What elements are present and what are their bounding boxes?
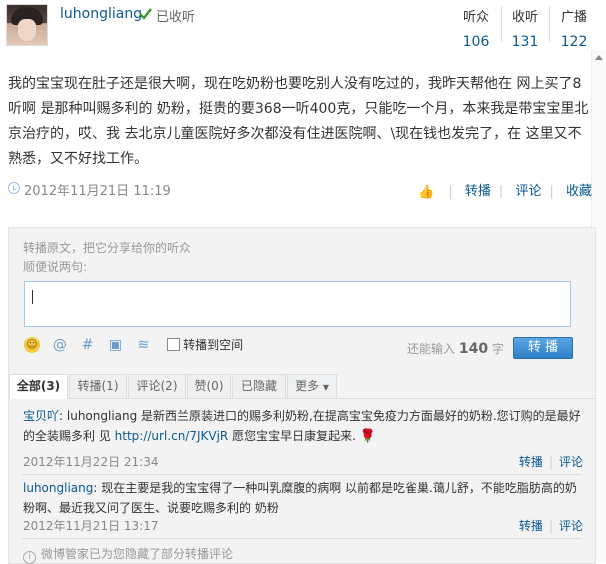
repost-panel: 转播原文，把它分享给你的听众 顺便说两句: ☺ @ # ▣ ≋ 转播到空间 还能… <box>8 227 596 564</box>
comment-author[interactable]: luhongliang <box>23 481 93 495</box>
repost-textarea[interactable] <box>24 281 571 327</box>
info-icon: i <box>23 551 36 564</box>
stat-label: 收听 <box>511 10 538 25</box>
comment-link[interactable]: http://url.cn/7JKVjR <box>115 429 229 443</box>
tab-reposts[interactable]: 转播(1) <box>69 374 127 398</box>
thumbs-up-icon[interactable]: 👍 <box>418 185 434 200</box>
post-time[interactable]: 2012年11月21日 11:19 <box>24 180 171 199</box>
comment-repost-button[interactable]: 转播 <box>519 455 543 469</box>
char-counter-value: 140 <box>458 341 489 357</box>
char-counter: 还能输入 140 字 <box>407 340 504 357</box>
comment-button[interactable]: 评论 <box>515 180 541 199</box>
comment-author[interactable]: 宝贝吖 <box>23 409 59 423</box>
feed-icon[interactable]: ≋ <box>135 337 151 353</box>
chevron-down-icon: ▼ <box>322 383 329 392</box>
comment-item: 宝贝吖: luhongliang 是新西兰原装进口的赐多利奶粉,在提高宝宝免疫力… <box>23 406 583 447</box>
check-icon <box>139 8 152 20</box>
stat-value[interactable]: 122 <box>550 34 598 50</box>
char-counter-suffix: 字 <box>491 342 504 356</box>
comment-text: : 现在主要是我的宝宝得了一种叫乳糜腹的病啊 以前都是吃雀巢.蔼儿舒，不能吃脂肪… <box>23 481 577 515</box>
post-text: 我的宝宝现在肚子还是很大啊，现在吃奶粉也要吃别人没有吃过的，我昨天帮他在 网上买… <box>8 76 589 167</box>
tab-likes[interactable]: 赞(0) <box>187 374 231 398</box>
mention-icon[interactable]: @ <box>52 337 68 353</box>
divider <box>23 474 581 475</box>
profile-header: luhongliang 已收听 听众 106 收听 131 广播 122 <box>0 0 606 50</box>
tab-hidden[interactable]: 已隐藏 <box>232 374 286 398</box>
emoji-icon[interactable]: ☺ <box>24 336 40 353</box>
stat-label: 广播 <box>560 10 587 25</box>
scroll-up-icon[interactable] <box>595 55 603 60</box>
comment-text-end: 愿您宝宝早日康复起来. <box>228 429 356 443</box>
submit-repost-button[interactable]: 转 播 <box>513 337 573 359</box>
clock-icon <box>8 182 20 194</box>
stat-broadcasts[interactable]: 广播 122 <box>550 6 598 50</box>
hidden-note: i 微博管家已为您隐藏了部分转播评论 <box>23 545 233 564</box>
comment-time[interactable]: 2012年11月22日 21:34 <box>23 455 158 469</box>
tab-more-label: 更多 <box>295 379 320 393</box>
comment-meta: 2012年11月21日 13:17 转播 | 评论 <box>23 519 583 533</box>
share-to-qzone-checkbox[interactable] <box>167 338 181 351</box>
follow-status[interactable]: 已收听 <box>156 6 195 25</box>
comment-time[interactable]: 2012年11月21日 13:17 <box>23 519 158 533</box>
stat-following[interactable]: 收听 131 <box>501 6 549 50</box>
stat-value[interactable]: 131 <box>501 34 549 50</box>
comment-repost-button[interactable]: 转播 <box>519 519 543 533</box>
comment-meta: 2012年11月22日 21:34 转播 | 评论 <box>23 455 583 469</box>
comment-item: luhongliang: 现在主要是我的宝宝得了一种叫乳糜腹的病啊 以前都是吃雀… <box>23 478 583 518</box>
favorite-button[interactable]: 收藏 <box>566 180 592 199</box>
tab-all[interactable]: 全部(3) <box>9 374 68 399</box>
rose-icon: 🌹 <box>359 429 377 444</box>
hashtag-icon[interactable]: # <box>80 337 96 353</box>
tab-more[interactable]: 更多 ▼ <box>287 374 337 398</box>
composer-tools: ☺ @ # ▣ ≋ 转播到空间 <box>24 336 243 356</box>
post-meta: 2012年11月21日 11:19 👍 | 转播 | 评论 | 收藏 <box>8 180 592 200</box>
comment-reply-button[interactable]: 评论 <box>559 519 583 533</box>
text-caret <box>32 290 33 304</box>
comment-reply-button[interactable]: 评论 <box>559 455 583 469</box>
divider <box>23 538 581 539</box>
post-actions: 👍 | 转播 | 评论 | 收藏 <box>418 180 592 200</box>
username-link[interactable]: luhongliang <box>60 6 142 22</box>
stat-label: 听众 <box>462 10 489 25</box>
share-to-qzone-label[interactable]: 转播到空间 <box>183 338 243 352</box>
stat-value[interactable]: 106 <box>452 34 500 50</box>
stat-listeners[interactable]: 听众 106 <box>452 6 500 50</box>
say-hint: 顺便说两句: <box>23 260 88 274</box>
avatar[interactable] <box>6 4 48 46</box>
image-icon[interactable]: ▣ <box>107 337 123 353</box>
char-counter-prefix: 还能输入 <box>407 342 456 356</box>
tab-comments[interactable]: 评论(2) <box>128 374 186 398</box>
repost-hint: 转播原文，把它分享给你的听众 <box>23 241 192 255</box>
hidden-note-text: 微博管家已为您隐藏了部分转播评论 <box>41 547 234 561</box>
comment-tabs: 全部(3) 转播(1) 评论(2) 赞(0) 已隐藏 更多 ▼ <box>9 374 595 399</box>
repost-button[interactable]: 转播 <box>465 180 491 199</box>
